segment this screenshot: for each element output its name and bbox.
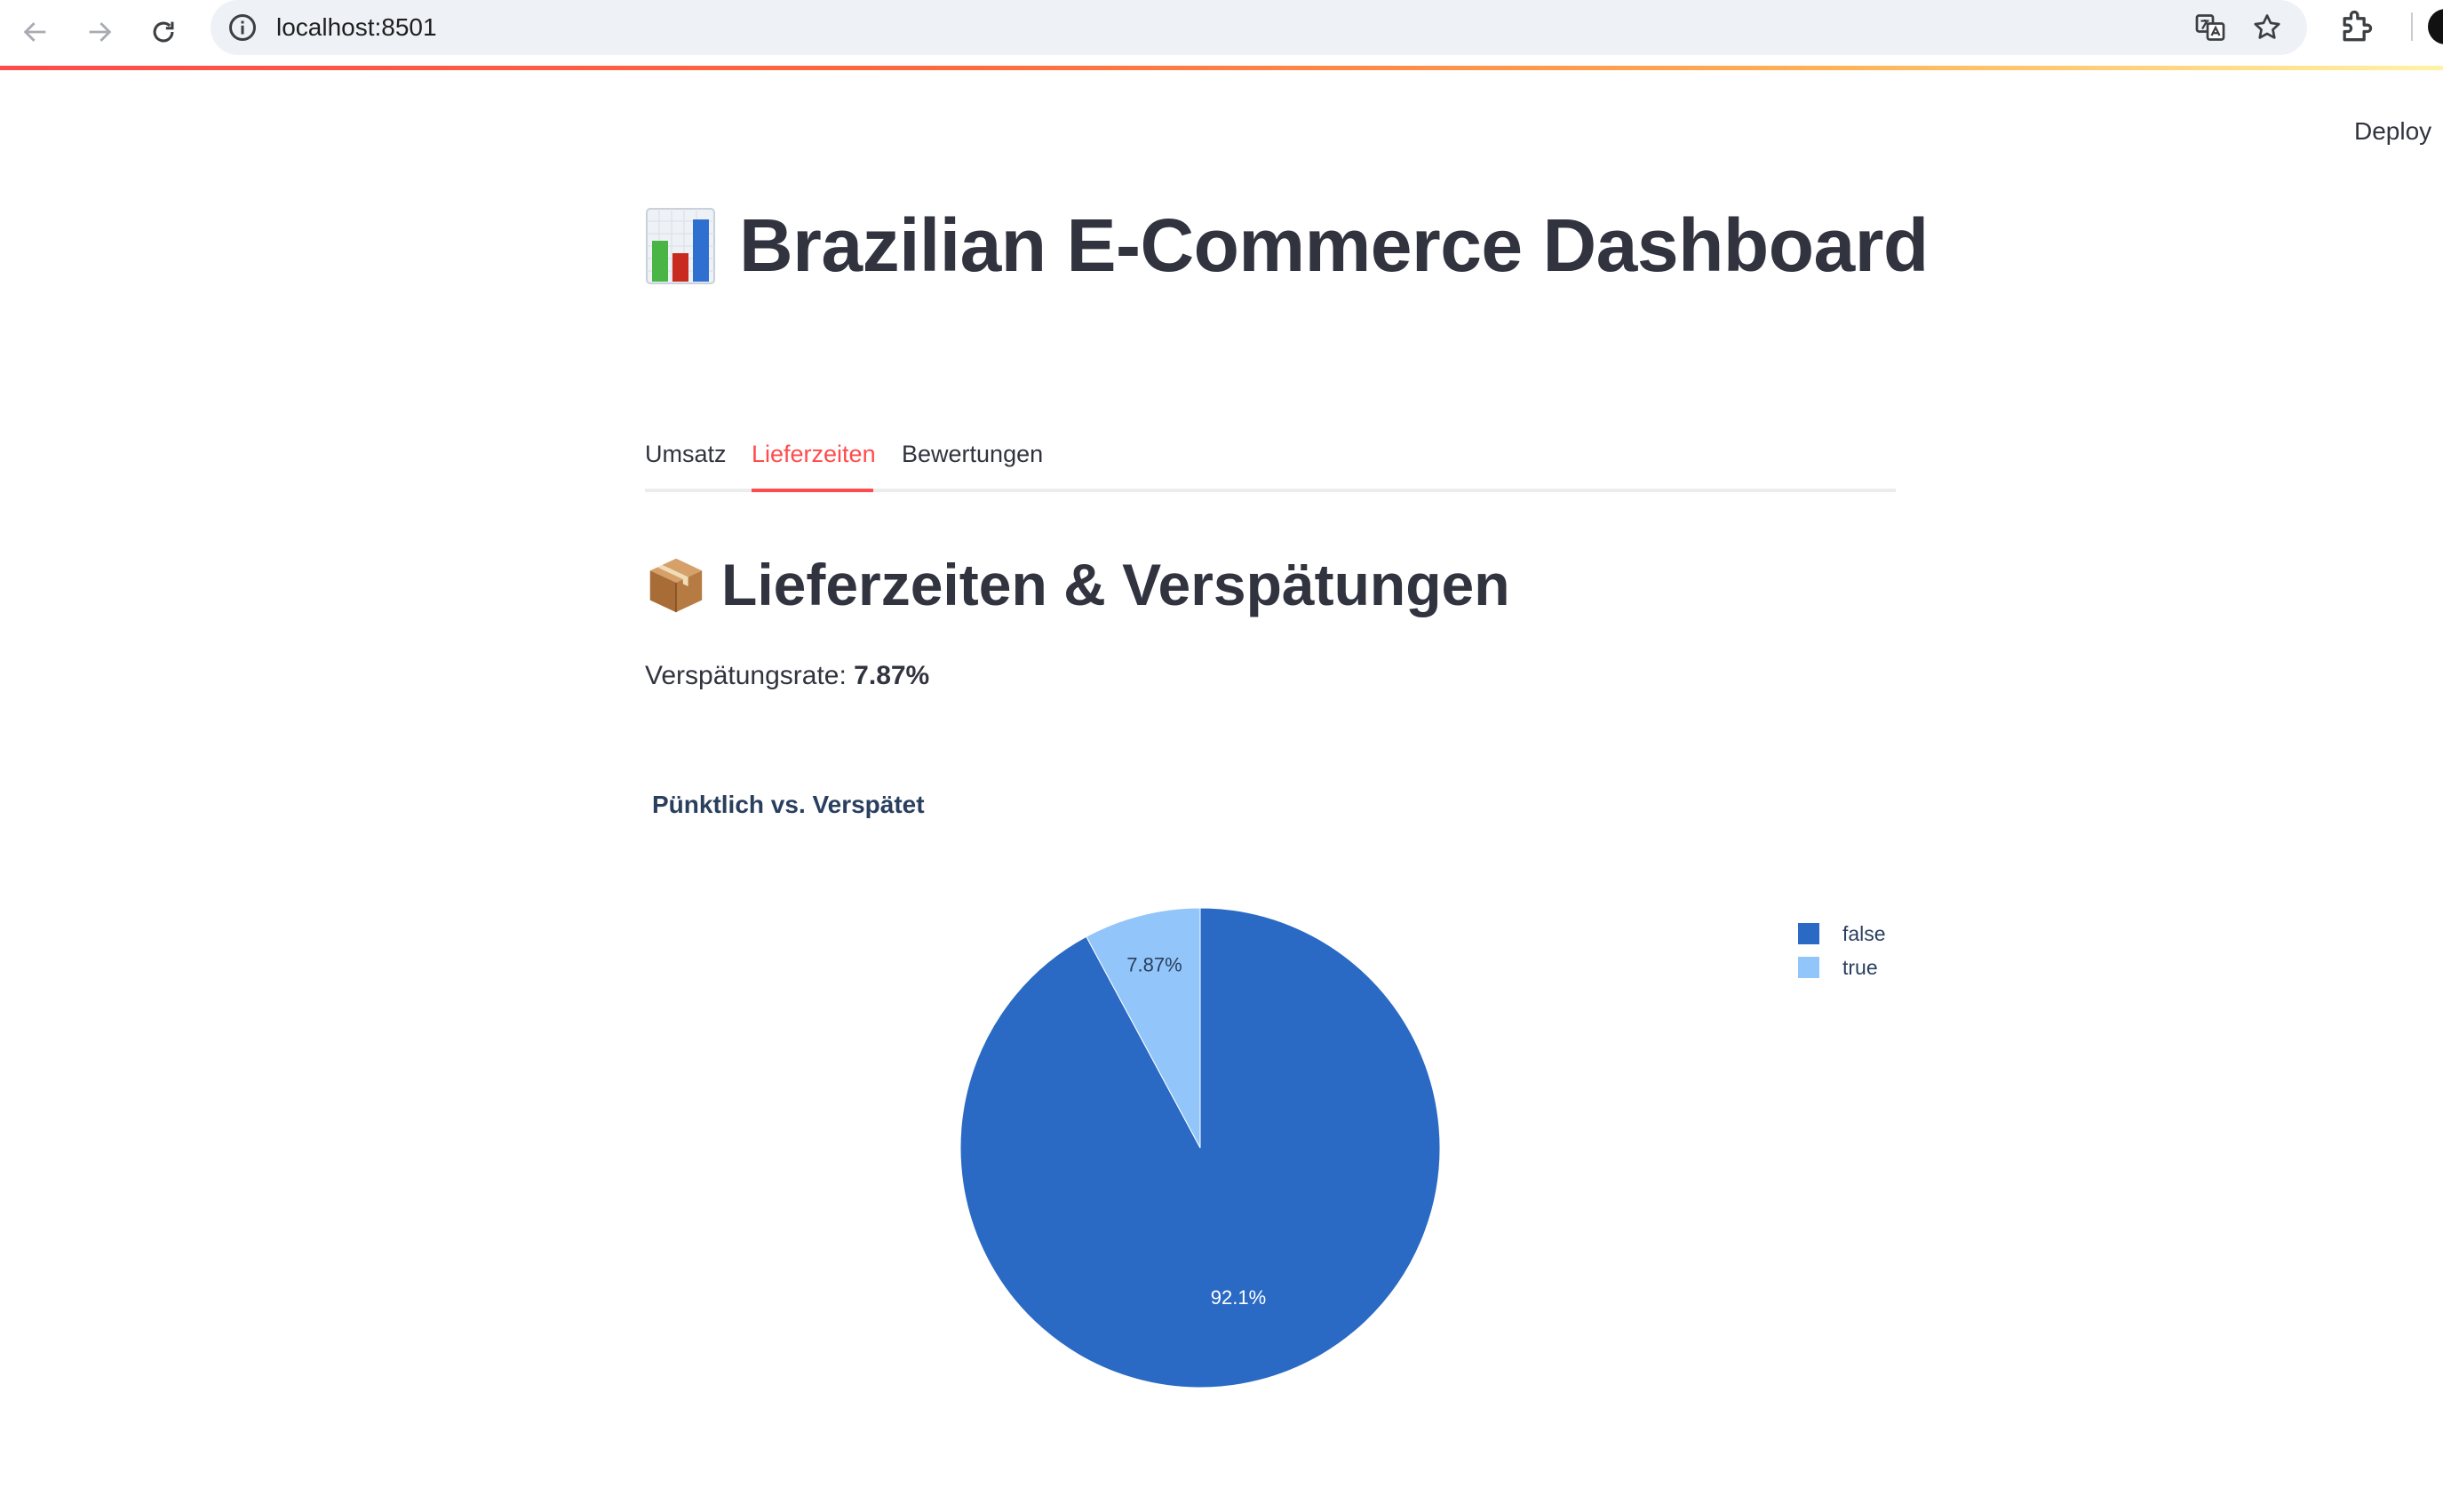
extensions-icon[interactable] [2336, 7, 2375, 46]
pie-slice-label: 92.1% [1211, 1286, 1266, 1309]
url-text[interactable]: localhost:8501 [276, 0, 437, 55]
profile-avatar[interactable] [2428, 9, 2443, 44]
bookmark-button[interactable] [2248, 9, 2286, 46]
delay-rate-value: 7.87% [854, 661, 930, 690]
legend-item-false[interactable]: false [1798, 917, 1886, 951]
address-bar[interactable]: localhost:8501 [211, 0, 2307, 55]
bar-chart-icon [646, 207, 715, 284]
tab-umsatz[interactable]: Umsatz [645, 441, 727, 468]
chart-legend[interactable]: false true [1798, 917, 1886, 984]
deploy-button[interactable]: Deploy [2354, 117, 2431, 146]
page-title-text: Brazilian E-Commerce Dashboard [739, 203, 1929, 287]
tab-lieferzeiten[interactable]: Lieferzeiten [752, 441, 876, 468]
delay-rate-text: Verspätungsrate: 7.87% [645, 661, 929, 691]
pie-chart-plot[interactable]: 92.1% 7.87% [645, 782, 1896, 1404]
streamlit-header-decoration [0, 66, 2443, 70]
legend-item-true[interactable]: true [1798, 951, 1886, 984]
reload-icon [153, 21, 174, 43]
translate-button[interactable] [2192, 9, 2229, 46]
reload-button[interactable] [139, 7, 188, 57]
section-title: Lieferzeiten & Verspätungen [721, 552, 1510, 617]
star-icon [2254, 14, 2280, 39]
legend-swatch [1798, 923, 1819, 944]
arrow-right-icon [89, 22, 112, 42]
legend-label: true [1842, 955, 1878, 979]
tab-bewertungen[interactable]: Bewertungen [902, 441, 1043, 468]
legend-swatch [1798, 957, 1819, 978]
page-title: Brazilian E-Commerce Dashboard [645, 203, 1929, 289]
back-button[interactable] [11, 7, 60, 57]
browser-toolbar: localhost:8501 [0, 0, 2443, 68]
translate-icon [2195, 14, 2225, 41]
tab-bar: Umsatz Lieferzeiten Bewertungen [645, 434, 1896, 492]
forward-button[interactable] [75, 7, 124, 57]
arrow-left-icon [23, 22, 46, 42]
delay-rate-label: Verspätungsrate: [645, 661, 847, 690]
info-icon[interactable] [227, 12, 259, 44]
toolbar-divider [2411, 12, 2413, 41]
legend-label: false [1842, 921, 1886, 945]
package-icon [649, 558, 703, 613]
section-heading: Lieferzeiten & Verspätungen [645, 551, 1510, 618]
pie-chart[interactable]: Pünktlich vs. Verspätet 92.1% 7.87% false… [645, 782, 1896, 1404]
pie-slice-label: 7.87% [1126, 954, 1182, 976]
active-tab-indicator [752, 489, 873, 492]
